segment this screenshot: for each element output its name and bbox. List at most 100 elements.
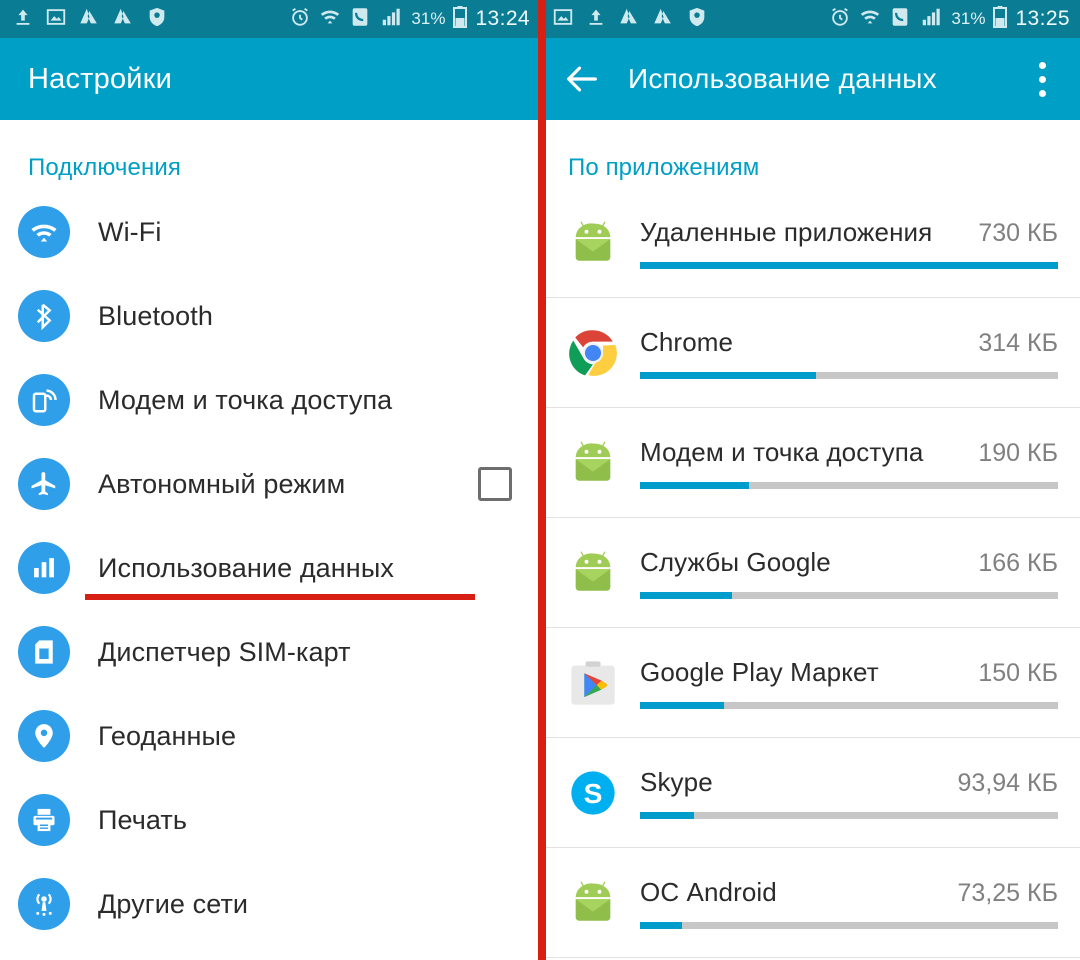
data-usage-action-bar: Использование данных xyxy=(540,38,1080,120)
sidebar-item-airplane-mode[interactable]: Автономный режим xyxy=(0,442,540,526)
sidebar-item-location[interactable]: Геоданные xyxy=(0,694,540,778)
usage-bar xyxy=(640,921,1058,929)
usage-bar xyxy=(640,591,1058,599)
alarm-icon xyxy=(829,6,851,33)
status-bar-right: 31% 13:25 xyxy=(540,0,1080,38)
alarm-icon xyxy=(289,6,311,33)
image-icon xyxy=(45,6,67,33)
signal-icon xyxy=(919,6,943,33)
airplane-mode-checkbox[interactable] xyxy=(478,467,512,501)
drive-icon xyxy=(112,6,135,33)
location-pin-icon xyxy=(18,710,70,762)
chrome-icon xyxy=(564,324,622,382)
data-usage-icon xyxy=(18,542,70,594)
usage-bar-fill xyxy=(640,701,724,709)
sidebar-item-bluetooth[interactable]: Bluetooth xyxy=(0,274,540,358)
usage-bar xyxy=(640,371,1058,379)
sidebar-item-label: Другие сети xyxy=(98,888,249,919)
app-size: 730 КБ xyxy=(978,218,1058,247)
printer-icon xyxy=(18,794,70,846)
upload-icon xyxy=(12,6,34,33)
drive-icon xyxy=(652,6,675,33)
battery-percent-label: 31% xyxy=(951,9,986,28)
android-robot-icon xyxy=(564,544,622,602)
app-name: Chrome xyxy=(640,326,734,357)
antivirus-icon xyxy=(146,6,168,33)
phone-icon xyxy=(349,6,371,33)
skype-icon: S xyxy=(564,764,622,822)
app-usage-list: Удаленные приложения 730 КБ Chrome 314 К… xyxy=(540,182,1080,958)
sidebar-item-label: Геоданные xyxy=(98,720,237,751)
sidebar-item-label: Модем и точка доступа xyxy=(98,384,393,415)
list-item[interactable]: Удаленные приложения 730 КБ xyxy=(540,188,1080,298)
list-item[interactable]: Google Play Маркет 150 КБ xyxy=(540,628,1080,738)
sidebar-item-label: Автономный режим xyxy=(98,468,346,499)
list-item[interactable]: Chrome 314 КБ xyxy=(540,298,1080,408)
antivirus-icon xyxy=(686,6,708,33)
app-usage-body: Удаленные приложения 730 КБ xyxy=(640,217,1058,269)
settings-screen: 31% 13:24 Настройки Подключения Wi-Fi Bl… xyxy=(0,0,540,960)
sidebar-item-print[interactable]: Печать xyxy=(0,778,540,862)
list-item[interactable]: Службы Google 166 КБ xyxy=(540,518,1080,628)
app-name: Skype xyxy=(640,766,713,797)
page-title: Использование данных xyxy=(628,63,937,94)
sidebar-item-wifi[interactable]: Wi-Fi xyxy=(0,190,540,274)
battery-icon xyxy=(993,5,1008,34)
sidebar-item-label: Bluetooth xyxy=(98,300,213,331)
app-size: 93,94 КБ xyxy=(957,768,1058,797)
status-bar-notification-icons xyxy=(12,6,168,33)
app-size: 314 КБ xyxy=(978,328,1058,357)
app-name: Службы Google xyxy=(640,546,831,577)
app-name: Google Play Маркет xyxy=(640,656,879,687)
app-size: 150 КБ xyxy=(978,658,1058,687)
sidebar-item-label: Диспетчер SIM-карт xyxy=(98,636,351,667)
list-item[interactable]: ОС Android 73,25 КБ xyxy=(540,848,1080,958)
android-robot-icon xyxy=(564,434,622,492)
svg-text:S: S xyxy=(584,777,603,808)
clock-label: 13:24 xyxy=(475,7,530,30)
data-usage-screen: 31% 13:25 Использование данных По прилож… xyxy=(540,0,1080,960)
usage-bar-fill xyxy=(640,481,749,489)
clock-label: 13:25 xyxy=(1015,7,1070,30)
drive-icon xyxy=(78,6,101,33)
page-title: Настройки xyxy=(28,62,172,95)
wifi-icon xyxy=(319,6,341,33)
back-arrow-icon[interactable] xyxy=(562,59,602,99)
usage-bar xyxy=(640,701,1058,709)
usage-bar-fill xyxy=(640,591,732,599)
sim-card-icon xyxy=(18,626,70,678)
app-usage-body: Модем и точка доступа 190 КБ xyxy=(640,437,1058,489)
app-name: ОС Android xyxy=(640,876,777,907)
android-robot-icon xyxy=(564,874,622,932)
app-usage-body: Skype 93,94 КБ xyxy=(640,767,1058,819)
section-header-by-apps: По приложениям xyxy=(568,154,760,181)
airplane-icon xyxy=(18,458,70,510)
app-size: 166 КБ xyxy=(978,548,1058,577)
wifi-icon xyxy=(859,6,881,33)
sidebar-item-data-usage[interactable]: Использование данных xyxy=(0,526,540,610)
list-item[interactable]: S Skype 93,94 КБ xyxy=(540,738,1080,848)
overflow-menu-icon[interactable] xyxy=(1022,56,1062,102)
list-item[interactable]: Модем и точка доступа 190 КБ xyxy=(540,408,1080,518)
usage-bar-fill xyxy=(640,261,1058,269)
tethering-icon xyxy=(18,374,70,426)
upload-icon xyxy=(585,6,607,33)
app-name: Модем и точка доступа xyxy=(640,436,924,467)
sidebar-item-other-networks[interactable]: Другие сети xyxy=(0,862,540,946)
section-header-connections: Подключения xyxy=(28,154,181,181)
app-size: 73,25 КБ xyxy=(957,878,1058,907)
app-usage-body: Chrome 314 КБ xyxy=(640,327,1058,379)
sidebar-item-label: Wi-Fi xyxy=(98,216,162,247)
sidebar-item-sim-manager[interactable]: Диспетчер SIM-карт xyxy=(0,610,540,694)
usage-bar xyxy=(640,481,1058,489)
image-icon xyxy=(552,6,574,33)
app-name: Удаленные приложения xyxy=(640,216,933,247)
sidebar-item-tethering[interactable]: Модем и точка доступа xyxy=(0,358,540,442)
screenshot-divider xyxy=(538,0,546,960)
sidebar-item-label: Использование данных xyxy=(98,552,394,583)
usage-bar-fill xyxy=(640,811,695,819)
bluetooth-icon xyxy=(18,290,70,342)
highlight-underline xyxy=(85,594,475,600)
usage-bar-fill xyxy=(640,921,682,929)
usage-bar-fill xyxy=(640,371,816,379)
